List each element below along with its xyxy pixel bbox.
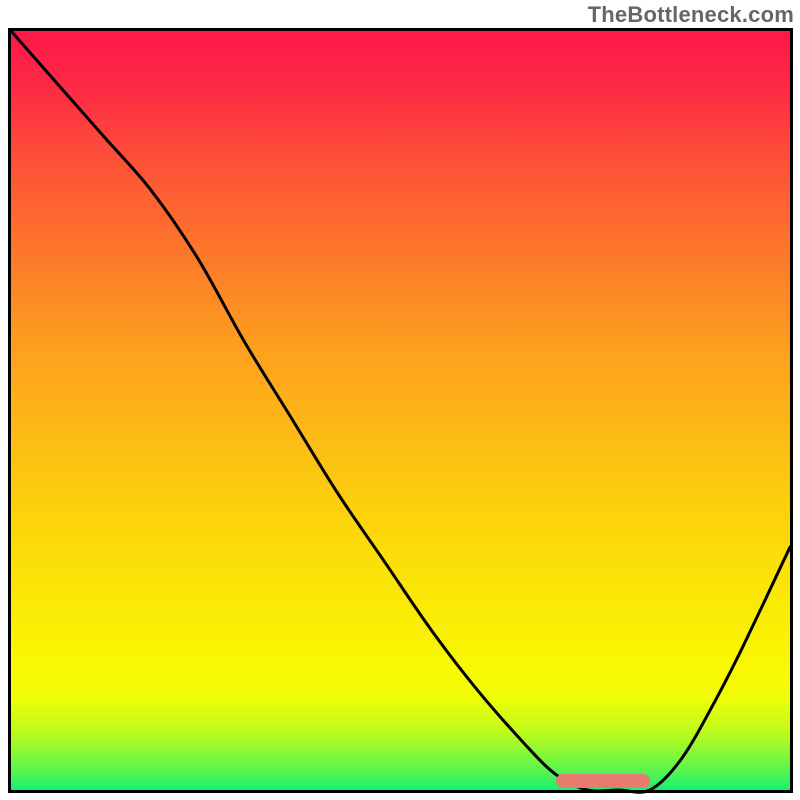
watermark-text: TheBottleneck.com <box>588 2 794 28</box>
curve-svg <box>11 31 790 790</box>
plot-frame <box>8 28 793 793</box>
bottleneck-curve-path <box>11 31 790 792</box>
chart-stage: TheBottleneck.com <box>0 0 800 800</box>
optimal-range-marker <box>556 774 649 788</box>
